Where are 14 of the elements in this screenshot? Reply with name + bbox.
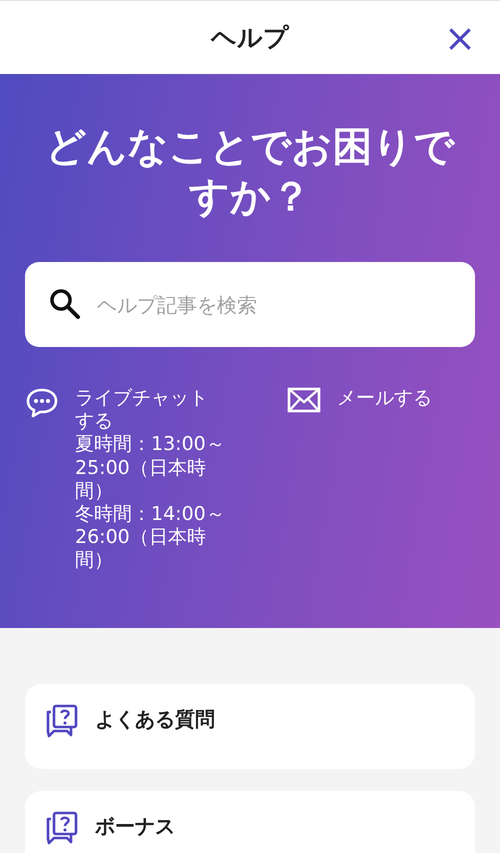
hours-text: 冬時間：14:00～26:00（日本時間） (75, 502, 225, 572)
chat-bubble-icon (25, 387, 59, 419)
search-field[interactable]: ヘルプ記事を検索 (25, 262, 475, 347)
hours-text: 夏時間：13:00～25:00（日本時間） (75, 433, 225, 503)
question-bubbles-icon (45, 811, 79, 845)
envelope-icon (287, 387, 321, 413)
close-button[interactable]: × (440, 19, 480, 57)
email-link[interactable]: メールする (337, 387, 487, 410)
category-card[interactable]: よくある質問 (25, 684, 475, 769)
category-card[interactable]: ボーナス (25, 791, 475, 853)
hero-heading: どんなことでお困りですか？ (44, 123, 456, 222)
question-bubbles-icon (45, 704, 79, 738)
live-chat-link[interactable]: ライブチャットする (75, 387, 225, 434)
page-title: ヘルプ (211, 22, 289, 54)
